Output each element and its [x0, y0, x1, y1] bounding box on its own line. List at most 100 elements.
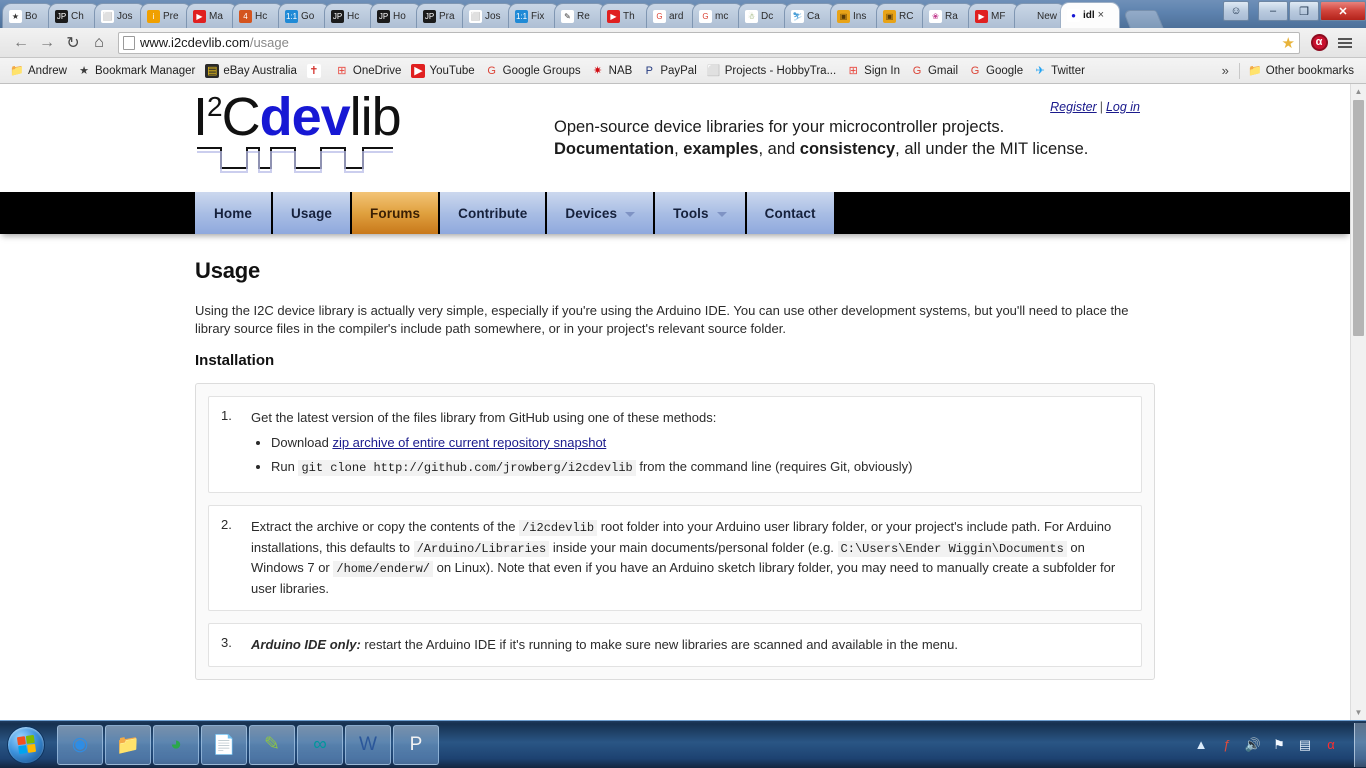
- word-taskbar-icon[interactable]: W: [345, 724, 391, 765]
- bookmark-item[interactable]: ✈ Twitter: [1029, 62, 1091, 80]
- browser-tab[interactable]: JP Pra: [416, 3, 468, 28]
- new-tab-button[interactable]: [1122, 10, 1164, 28]
- page-info-icon[interactable]: [123, 35, 135, 50]
- notepad-taskbar-icon[interactable]: 📄: [201, 724, 247, 765]
- address-bar[interactable]: www.i2cdevlib.com/usage ★: [118, 31, 1300, 54]
- arduino-taskbar-icon[interactable]: ∞: [297, 724, 343, 765]
- reload-icon[interactable]: ↻: [60, 30, 86, 56]
- microsoft-icon: ⊞: [337, 64, 347, 77]
- browser-tab-active[interactable]: ● idl ×: [1060, 2, 1120, 28]
- url-path: /usage: [249, 35, 289, 50]
- bookmark-item[interactable]: ★ Bookmark Manager: [73, 62, 201, 80]
- youtube-icon: ▶: [975, 9, 988, 23]
- chrome-taskbar-icon[interactable]: ◉: [57, 724, 103, 765]
- browser-tab[interactable]: JP Hc: [324, 3, 376, 28]
- tab-label: Bo: [25, 10, 38, 22]
- scrollbar-thumb[interactable]: [1353, 100, 1364, 336]
- forward-icon[interactable]: →: [34, 30, 60, 56]
- bookmarks-overflow-icon[interactable]: »: [1216, 63, 1235, 78]
- browser-tab[interactable]: ★ Bo: [2, 3, 54, 28]
- close-window-button[interactable]: ✕: [1320, 1, 1366, 21]
- bookmark-item[interactable]: 📁 Andrew: [6, 62, 73, 80]
- notepadpp-taskbar-icon[interactable]: ✎: [249, 724, 295, 765]
- bookmark-item[interactable]: ✷ NAB: [587, 62, 639, 80]
- browser-tab[interactable]: New T: [1014, 3, 1066, 28]
- browser-tab[interactable]: ❀ Ra: [922, 3, 974, 28]
- page-scrollbar[interactable]: ▲ ▼: [1350, 84, 1366, 720]
- bookmark-item[interactable]: G Gmail: [906, 62, 964, 80]
- browser-tab[interactable]: ▶ Th: [600, 3, 652, 28]
- browser-tab[interactable]: ✎ Re: [554, 3, 606, 28]
- home-icon[interactable]: ⌂: [86, 30, 112, 56]
- idm-taskbar-icon[interactable]: ◕: [153, 724, 199, 765]
- show-desktop-button[interactable]: [1354, 722, 1366, 767]
- nav-item-forums[interactable]: Forums: [352, 192, 441, 234]
- login-link[interactable]: Log in: [1106, 100, 1140, 114]
- scroll-up-icon[interactable]: ▲: [1351, 84, 1366, 99]
- user-profile-button[interactable]: ☺: [1223, 1, 1249, 21]
- nav-item-usage[interactable]: Usage: [273, 192, 353, 234]
- bookmark-item[interactable]: ⬜ Projects - HobbyTra...: [703, 62, 842, 80]
- browser-tab[interactable]: 4 Hc: [232, 3, 284, 28]
- logo-part-dev: dev: [259, 87, 351, 147]
- zip-archive-link[interactable]: zip archive of entire current repository…: [332, 435, 606, 450]
- avira-tray-icon[interactable]: α: [1322, 736, 1340, 754]
- show-hidden-icons-arrow[interactable]: ▲: [1192, 736, 1210, 754]
- action-center-tray-icon[interactable]: ⚑: [1270, 736, 1288, 754]
- browser-tab[interactable]: i Pre: [140, 3, 192, 28]
- bookmark-item[interactable]: P PayPal: [638, 62, 702, 80]
- browser-tab[interactable]: Gmc: [692, 3, 744, 28]
- browser-tab[interactable]: JP Ho: [370, 3, 422, 28]
- close-icon[interactable]: ×: [1098, 10, 1104, 21]
- browser-tab[interactable]: ▶ Ma: [186, 3, 238, 28]
- bookmark-item[interactable]: G Google: [964, 62, 1029, 80]
- bookmarks-divider: [1238, 62, 1240, 79]
- register-link[interactable]: Register: [1050, 100, 1097, 114]
- start-button[interactable]: [3, 725, 49, 765]
- chrome-menu-icon[interactable]: [1332, 30, 1358, 56]
- minimize-button[interactable]: –: [1258, 1, 1288, 21]
- browser-tab[interactable]: ▶ MF: [968, 3, 1020, 28]
- browser-tab[interactable]: Gard: [646, 3, 698, 28]
- browser-tab[interactable]: ⬜ Jos: [94, 3, 146, 28]
- nav-item-contribute[interactable]: Contribute: [440, 192, 548, 234]
- other-bookmarks-folder[interactable]: 📁 Other bookmarks: [1244, 62, 1360, 80]
- browser-tab[interactable]: ⬜ Jos: [462, 3, 514, 28]
- avira-extension-icon[interactable]: α: [1306, 30, 1332, 56]
- nav-item-tools[interactable]: Tools: [655, 192, 747, 234]
- bookmark-item[interactable]: ▤ eBay Australia: [201, 62, 303, 80]
- windows-taskbar: ◉ 📁 ◕ 📄 ✎ ∞ W P ▲ ƒ 🔊 ⚑ ▤ α: [0, 720, 1366, 768]
- bookmark-label: Google: [986, 64, 1024, 77]
- google-icon: G: [487, 64, 496, 77]
- bookmark-item[interactable]: ✝: [303, 62, 331, 80]
- network-tray-icon[interactable]: ▤: [1296, 736, 1314, 754]
- step-body: Arduino IDE only: restart the Arduino ID…: [251, 636, 958, 652]
- browser-tab[interactable]: 1:1 Go: [278, 3, 330, 28]
- explorer-taskbar-icon[interactable]: 📁: [105, 724, 151, 765]
- maximize-button[interactable]: ❐: [1289, 1, 1319, 21]
- nav-item-contact[interactable]: Contact: [746, 192, 836, 234]
- bookmark-item[interactable]: G Google Groups: [481, 62, 587, 80]
- bookmark-item[interactable]: ⊞ OneDrive: [331, 62, 408, 80]
- scroll-down-icon[interactable]: ▼: [1351, 705, 1366, 720]
- browser-tab[interactable]: 1:1 Fix: [508, 3, 560, 28]
- bookmark-star-icon[interactable]: ★: [1282, 34, 1295, 52]
- nav-item-home[interactable]: Home: [195, 192, 273, 234]
- browser-tab[interactable]: JP Ch: [48, 3, 100, 28]
- tomtom-icon: ✝: [306, 63, 321, 78]
- bookmark-item[interactable]: ⊞ Sign In: [842, 62, 906, 80]
- back-icon[interactable]: ←: [8, 30, 34, 56]
- browser-tab[interactable]: ▣ RC: [876, 3, 928, 28]
- nav-item-devices[interactable]: Devices: [547, 192, 656, 234]
- browser-tab[interactable]: ☃ Dc: [738, 3, 790, 28]
- pspice-taskbar-icon[interactable]: P: [393, 724, 439, 765]
- browser-tab[interactable]: ⛷ Ca: [784, 3, 836, 28]
- bookmark-label: OneDrive: [352, 64, 402, 77]
- volume-tray-icon[interactable]: 🔊: [1244, 736, 1262, 754]
- site-logo[interactable]: I2Cdevlib: [193, 87, 402, 176]
- site-tagline: Open-source device libraries for your mi…: [554, 117, 1088, 161]
- tab-label: Jos: [117, 10, 133, 22]
- flash-tray-icon[interactable]: ƒ: [1218, 736, 1236, 754]
- browser-tab[interactable]: ▣ Ins: [830, 3, 882, 28]
- bookmark-item[interactable]: ▶ YouTube: [407, 62, 480, 80]
